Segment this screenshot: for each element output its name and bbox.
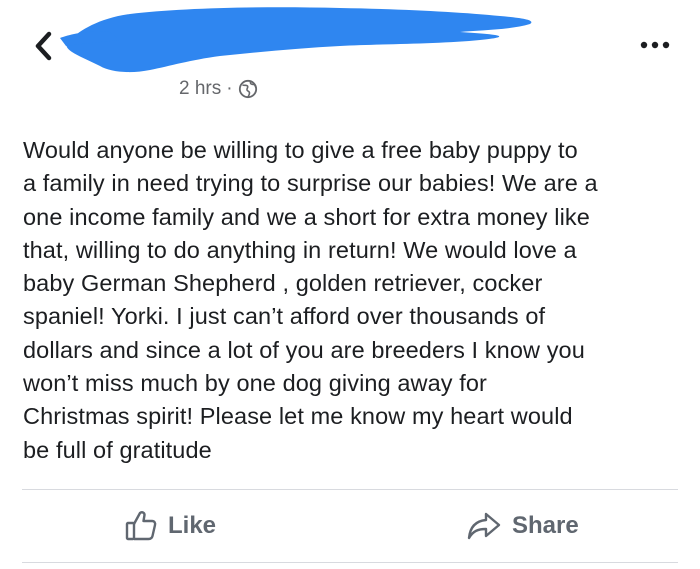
more-options-button[interactable] [630,34,680,56]
thumbs-up-icon [125,511,157,541]
share-arrow-icon [467,512,501,540]
back-button[interactable] [30,28,58,64]
post-timestamp[interactable]: 2 hrs [179,78,221,100]
share-button[interactable]: Share [466,504,579,548]
share-label: Share [512,512,579,539]
more-options-icon [640,41,670,49]
chevron-left-icon [35,31,52,61]
facebook-post-screen: 2 hrs · Would anyone be willing to give … [0,0,700,569]
actions-divider-bottom [22,562,678,563]
post-meta: 2 hrs · [179,76,258,102]
like-button[interactable]: Like [124,504,216,548]
post-body-text: Would anyone be willing to give a free b… [23,137,598,463]
redacted-author-name [60,7,532,73]
meta-separator: · [226,78,233,99]
actions-divider-top [22,489,678,490]
like-label: Like [168,512,217,539]
globe-icon [238,79,257,99]
